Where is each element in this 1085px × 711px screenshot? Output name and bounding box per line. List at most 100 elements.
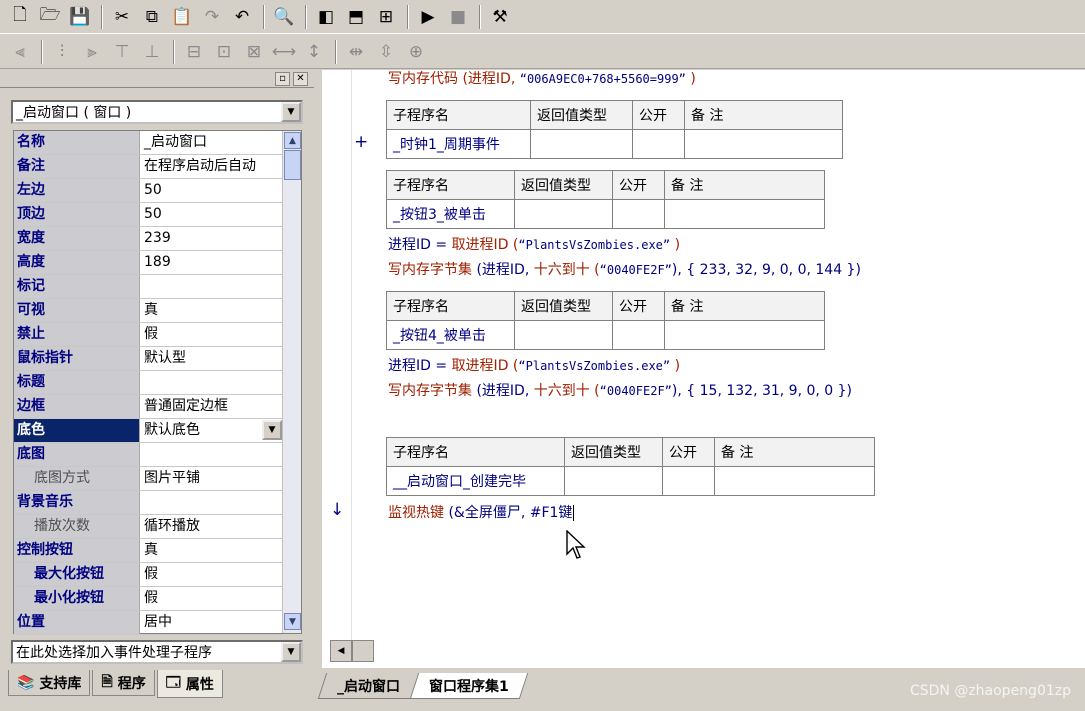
event-selector[interactable]: 在此处选择加入事件处理子程序 ▼ bbox=[11, 640, 303, 664]
horizontal-scrollbar[interactable]: ◀ bbox=[330, 640, 382, 664]
scroll-up-icon[interactable]: ▲ bbox=[284, 132, 301, 149]
property-row[interactable]: 最小化按钮假 bbox=[14, 587, 282, 611]
property-value[interactable]: 图片平铺 bbox=[140, 467, 282, 490]
tab-program[interactable]: 🗎 程序 bbox=[92, 670, 155, 696]
property-value[interactable]: 居中 bbox=[140, 611, 282, 634]
sub-name-cell[interactable]: _按钮4_被单击 bbox=[386, 320, 515, 350]
code-line[interactable]: 进程ID = 取进程ID (“PlantsVsZombies.exe” ) bbox=[388, 355, 680, 375]
property-value[interactable]: 默认底色 bbox=[140, 419, 282, 442]
property-row[interactable]: 底图方式 图片平铺 bbox=[14, 467, 282, 491]
property-row[interactable]: 标题 bbox=[14, 371, 282, 395]
property-row[interactable]: 标记 bbox=[14, 275, 282, 299]
property-row[interactable]: 底图 bbox=[14, 443, 282, 467]
property-row[interactable]: 控制按钮真 bbox=[14, 539, 282, 563]
property-value[interactable]: 239 bbox=[140, 227, 282, 250]
property-value[interactable] bbox=[140, 491, 282, 514]
property-value[interactable]: 189 bbox=[140, 251, 282, 274]
property-row[interactable]: 顶边 50 bbox=[14, 203, 282, 227]
code-line[interactable]: 写内存字节集 (进程ID, 十六到十 (“0040FE2F”), { 15, 1… bbox=[388, 380, 852, 400]
panel-close-icon[interactable]: ✕ bbox=[293, 71, 308, 86]
tab-support-library[interactable]: 📚 支持库 bbox=[8, 670, 91, 696]
property-row[interactable]: 可视真 bbox=[14, 299, 282, 323]
cut-icon[interactable]: ✂ bbox=[108, 3, 136, 31]
v-space-icon[interactable]: ↕ bbox=[300, 38, 328, 66]
debug-icon[interactable]: ⚒ bbox=[486, 3, 514, 31]
property-row[interactable]: 位置 居中 bbox=[14, 611, 282, 635]
property-row[interactable]: 边框 普通固定边框 bbox=[14, 395, 282, 419]
chevron-down-icon[interactable]: ▼ bbox=[262, 420, 282, 440]
property-row[interactable]: 背景音乐 bbox=[14, 491, 282, 515]
tab-start-window[interactable]: _启动窗口 bbox=[317, 673, 420, 699]
code-line[interactable]: 写内存字节集 (进程ID, 十六到十 (“0040FE2F”), { 233, … bbox=[388, 259, 861, 279]
property-value[interactable]: 真 bbox=[140, 299, 282, 322]
scroll-thumb[interactable] bbox=[284, 150, 301, 180]
property-value[interactable]: 假 bbox=[140, 563, 282, 586]
same-height-icon[interactable]: ⊡ bbox=[210, 38, 238, 66]
paste-icon[interactable]: 📋 bbox=[168, 3, 196, 31]
center-h-icon[interactable]: ⇹ bbox=[342, 38, 370, 66]
scroll-left-icon[interactable]: ◀ bbox=[330, 640, 352, 662]
sub-name-cell[interactable]: _时钟1_周期事件 bbox=[386, 129, 531, 159]
panel-restore-icon[interactable]: ▫ bbox=[275, 71, 290, 86]
code-line[interactable]: 进程ID = 取进程ID (“PlantsVsZombies.exe” ) bbox=[388, 234, 680, 254]
code-editor[interactable]: 写内存代码 (进程ID, “006A9EC0+768+5560=999” ) 子… bbox=[322, 70, 1085, 668]
property-value[interactable]: 真 bbox=[140, 539, 282, 562]
property-value[interactable] bbox=[140, 371, 282, 394]
property-value[interactable]: 50 bbox=[140, 203, 282, 226]
property-row[interactable]: 宽度 239 bbox=[14, 227, 282, 251]
run-icon[interactable]: ▶ bbox=[414, 3, 442, 31]
undo-icon[interactable]: ↶ bbox=[228, 3, 256, 31]
layout-split-icon[interactable]: ⊞ bbox=[372, 3, 400, 31]
align-middle-icon[interactable]: ⊥ bbox=[138, 38, 166, 66]
align-left-icon[interactable]: ⫷ bbox=[6, 38, 34, 66]
layout-top-icon[interactable]: ⬒ bbox=[342, 3, 370, 31]
code-line[interactable]: 写内存代码 (进程ID, “006A9EC0+768+5560=999” ) bbox=[388, 68, 696, 88]
open-file-icon[interactable]: 🗁 bbox=[36, 3, 64, 31]
same-width-icon[interactable]: ⊟ bbox=[180, 38, 208, 66]
chevron-down-icon[interactable]: ▼ bbox=[281, 102, 301, 122]
tab-window-program-set[interactable]: 窗口程序集1 bbox=[409, 673, 528, 699]
sub-name-cell[interactable]: __启动窗口_创建完毕 bbox=[386, 466, 565, 496]
property-row[interactable]: 播放次数 循环播放 bbox=[14, 515, 282, 539]
property-value[interactable]: 假 bbox=[140, 587, 282, 610]
property-row[interactable]: 名称 _启动窗口 bbox=[14, 131, 282, 155]
property-value[interactable]: 假 bbox=[140, 323, 282, 346]
sub-name-cell[interactable]: _按钮3_被单击 bbox=[386, 199, 515, 229]
tab-properties[interactable]: 🗔 属性 bbox=[156, 670, 223, 698]
property-value[interactable]: 循环播放 bbox=[140, 515, 282, 538]
property-row[interactable]: 备注 在程序启动后自动 bbox=[14, 155, 282, 179]
scroll-down-icon[interactable]: ▼ bbox=[284, 613, 301, 630]
property-value[interactable]: 在程序启动后自动 bbox=[140, 155, 282, 178]
scroll-track[interactable] bbox=[352, 640, 374, 662]
expand-plus-icon[interactable]: + bbox=[354, 132, 368, 152]
property-row[interactable]: 底色 默认底色 ▼ bbox=[14, 419, 282, 443]
property-row[interactable]: 鼠标指针 默认型 bbox=[14, 347, 282, 371]
property-row[interactable]: 左边 50 bbox=[14, 179, 282, 203]
redo-icon[interactable]: ↷ bbox=[198, 3, 226, 31]
code-line-current[interactable]: 监视热键 (&全屏僵尸, #F1键​ bbox=[388, 502, 575, 522]
layout-left-icon[interactable]: ◧ bbox=[312, 3, 340, 31]
align-right-icon[interactable]: ⫸ bbox=[78, 38, 106, 66]
same-size-icon[interactable]: ⊠ bbox=[240, 38, 268, 66]
find-icon[interactable]: 🔍 bbox=[270, 3, 298, 31]
center-both-icon[interactable]: ⊕ bbox=[402, 38, 430, 66]
save-icon[interactable]: 💾 bbox=[66, 3, 94, 31]
vertical-scrollbar[interactable]: ▲ ▼ bbox=[282, 131, 301, 633]
property-value[interactable]: 50 bbox=[140, 179, 282, 202]
property-value[interactable]: 默认型 bbox=[140, 347, 282, 370]
h-space-icon[interactable]: ⟷ bbox=[270, 38, 298, 66]
property-row[interactable]: 禁止假 bbox=[14, 323, 282, 347]
align-top-icon[interactable]: ⊤ bbox=[108, 38, 136, 66]
align-center-icon[interactable]: ⫶ bbox=[48, 38, 76, 66]
chevron-down-icon[interactable]: ▼ bbox=[281, 642, 301, 662]
center-v-icon[interactable]: ⇳ bbox=[372, 38, 400, 66]
copy-icon[interactable]: ⧉ bbox=[138, 3, 166, 31]
property-value[interactable] bbox=[140, 443, 282, 466]
property-value[interactable] bbox=[140, 275, 282, 298]
property-value[interactable]: _启动窗口 bbox=[140, 131, 282, 154]
property-value[interactable]: 普通固定边框 bbox=[140, 395, 282, 418]
stop-icon[interactable]: ■ bbox=[444, 3, 472, 31]
property-row[interactable]: 最大化按钮假 bbox=[14, 563, 282, 587]
object-selector[interactable]: _启动窗口 ( 窗口 ) ▼ bbox=[11, 100, 303, 124]
new-file-icon[interactable]: 🗋 bbox=[6, 3, 34, 31]
